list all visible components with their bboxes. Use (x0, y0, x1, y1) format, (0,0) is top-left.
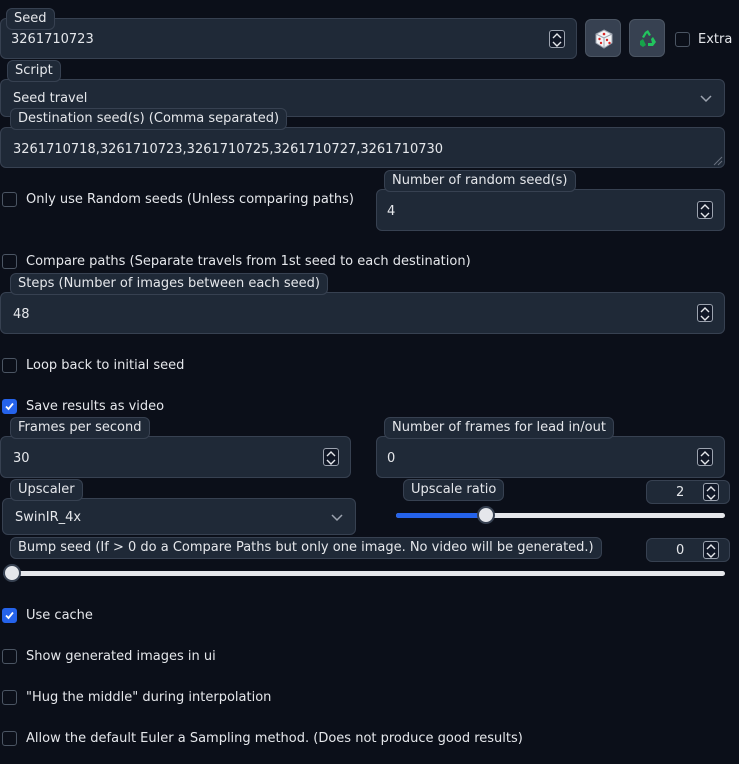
destination-seeds-textarea[interactable]: 3261710718,3261710723,3261710725,3261710… (0, 127, 725, 168)
chevron-up-icon (326, 451, 336, 457)
num-random-input[interactable]: 4 (376, 189, 725, 231)
save-video-label: Save results as video (26, 399, 165, 414)
upscaler-selected: SwinIR_4x (15, 510, 82, 525)
slider-fill (396, 513, 486, 518)
slider-track (3, 571, 725, 576)
show-images-label: Show generated images in ui (26, 649, 216, 664)
seed-value: 3261710723 (11, 32, 94, 47)
use-cache-label: Use cache (26, 608, 93, 623)
fps-input[interactable]: 30 (0, 436, 351, 478)
script-selected: Seed travel (13, 91, 88, 106)
resize-handle-icon[interactable] (713, 156, 723, 166)
chevron-up-icon (706, 486, 716, 492)
bump-seed-value: 0 (676, 543, 685, 558)
slider-thumb[interactable] (476, 506, 495, 524)
allow-euler-checkbox[interactable] (2, 731, 17, 746)
chevron-down-icon (326, 459, 336, 465)
show-images-checkbox[interactable] (2, 649, 17, 664)
compare-paths-checkbox[interactable] (2, 254, 17, 269)
allow-euler-label: Allow the default Euler a Sampling metho… (26, 731, 523, 746)
seed-stepper[interactable] (549, 30, 565, 48)
hug-middle-label: "Hug the middle" during interpolation (26, 690, 272, 705)
recycle-icon (640, 30, 656, 47)
only-random-checkbox[interactable] (2, 192, 17, 207)
dice-icon (595, 29, 613, 49)
fps-stepper[interactable] (323, 448, 339, 466)
chevron-up-icon (700, 307, 710, 313)
upscale-ratio-label: Upscale ratio (403, 479, 505, 501)
chevron-down-icon (700, 212, 710, 218)
loop-back-checkbox[interactable] (2, 358, 17, 373)
compare-paths-label: Compare paths (Separate travels from 1st… (26, 254, 471, 269)
num-random-stepper[interactable] (697, 201, 713, 219)
chevron-up-icon (706, 544, 716, 550)
bump-seed-input[interactable]: 0 (646, 538, 730, 562)
bump-seed-label: Bump seed (If > 0 do a Compare Paths but… (10, 537, 602, 559)
lead-frames-value: 0 (387, 451, 396, 466)
script-label: Script (7, 60, 61, 82)
upscale-ratio-stepper[interactable] (703, 483, 719, 501)
hug-middle-checkbox[interactable] (2, 690, 17, 705)
chevron-up-icon (700, 451, 710, 457)
lead-frames-input[interactable]: 0 (376, 436, 725, 478)
upscaler-label: Upscaler (10, 479, 83, 501)
chevron-down-icon (552, 41, 562, 47)
fps-label: Frames per second (10, 417, 150, 439)
steps-input[interactable]: 48 (0, 292, 725, 334)
chevron-up-icon (552, 33, 562, 39)
chevron-up-icon (700, 204, 710, 210)
num-random-value: 4 (387, 204, 396, 219)
chevron-down-icon (700, 95, 712, 103)
bump-seed-slider[interactable] (3, 564, 725, 582)
upscale-ratio-value: 2 (676, 485, 685, 500)
use-cache-checkbox[interactable] (2, 608, 17, 623)
upscaler-dropdown[interactable]: SwinIR_4x (2, 498, 356, 535)
destination-seeds-label: Destination seed(s) (Comma separated) (10, 108, 288, 130)
lead-frames-label: Number of frames for lead in/out (384, 417, 614, 439)
loop-back-label: Loop back to initial seed (26, 358, 185, 373)
steps-value: 48 (13, 307, 30, 322)
random-seed-button[interactable] (585, 19, 621, 57)
steps-label: Steps (Number of images between each see… (10, 273, 328, 295)
seed-input[interactable]: 3261710723 (0, 18, 577, 59)
upscale-ratio-slider[interactable] (396, 506, 725, 524)
only-random-label: Only use Random seeds (Unless comparing … (26, 192, 355, 207)
fps-value: 30 (13, 451, 30, 466)
chevron-down-icon (700, 315, 710, 321)
chevron-down-icon (706, 552, 716, 558)
check-icon (5, 402, 14, 411)
extra-checkbox[interactable] (675, 32, 690, 47)
slider-thumb[interactable] (3, 564, 21, 582)
lead-frames-stepper[interactable] (697, 448, 713, 466)
reuse-seed-button[interactable] (629, 19, 665, 57)
upscale-ratio-input[interactable]: 2 (646, 480, 730, 504)
steps-stepper[interactable] (697, 304, 713, 322)
num-random-label: Number of random seed(s) (384, 170, 576, 192)
seed-label: Seed (6, 8, 55, 30)
save-video-checkbox[interactable] (2, 399, 17, 414)
destination-seeds-value: 3261710718,3261710723,3261710725,3261710… (13, 142, 444, 157)
chevron-down-icon (331, 514, 343, 522)
chevron-down-icon (700, 459, 710, 465)
bump-seed-stepper[interactable] (703, 541, 719, 559)
check-icon (5, 611, 14, 620)
chevron-down-icon (706, 494, 716, 500)
extra-label: Extra (698, 32, 733, 47)
